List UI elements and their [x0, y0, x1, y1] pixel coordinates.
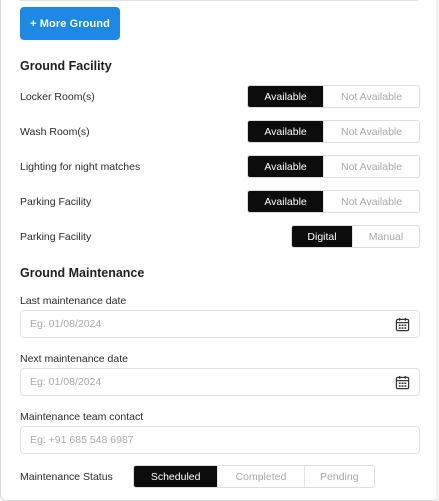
last-maintenance-date-label: Last maintenance date	[20, 295, 127, 307]
locker-room-toggle: Available Not Available	[247, 85, 420, 108]
parking-facility-label: Parking Facility	[20, 196, 92, 208]
locker-room-not-available-option[interactable]: Not Available	[323, 86, 419, 107]
calendar-icon[interactable]	[395, 317, 410, 332]
parking-digital-option[interactable]: Digital	[292, 226, 353, 247]
lighting-toggle: Available Not Available	[247, 155, 420, 178]
wash-room-not-available-option[interactable]: Not Available	[323, 121, 419, 142]
last-maintenance-date-field	[20, 310, 420, 338]
status-completed-option[interactable]: Completed	[217, 466, 304, 487]
maintenance-contact-input[interactable]	[30, 434, 370, 446]
parking-type-label: Parking Facility	[20, 231, 92, 243]
last-maintenance-date-input[interactable]	[30, 318, 370, 330]
divider	[20, 0, 418, 1]
lighting-not-available-option[interactable]: Not Available	[323, 156, 419, 177]
locker-room-available-option[interactable]: Available	[248, 86, 324, 107]
locker-room-label: Locker Room(s)	[20, 91, 95, 103]
parking-type-toggle: Digital Manual	[291, 225, 420, 248]
parking-facility-toggle: Available Not Available	[247, 190, 420, 213]
parking-manual-option[interactable]: Manual	[352, 226, 419, 247]
next-maintenance-date-field	[20, 368, 420, 396]
calendar-icon[interactable]	[395, 375, 410, 390]
more-ground-button[interactable]: + More Ground	[20, 7, 120, 40]
maintenance-status-label: Maintenance Status	[20, 471, 113, 483]
wash-room-available-option[interactable]: Available	[248, 121, 324, 142]
wash-room-toggle: Available Not Available	[247, 120, 420, 143]
lighting-available-option[interactable]: Available	[248, 156, 324, 177]
parking-available-option[interactable]: Available	[248, 191, 324, 212]
maintenance-contact-field	[20, 426, 420, 454]
maintenance-contact-label: Maintenance team contact	[20, 411, 144, 423]
section-title-maintenance: Ground Maintenance	[20, 266, 145, 280]
status-scheduled-option[interactable]: Scheduled	[134, 466, 218, 487]
lighting-label: Lighting for night matches	[20, 161, 141, 173]
next-maintenance-date-label: Next maintenance date	[20, 353, 128, 365]
next-maintenance-date-input[interactable]	[30, 376, 370, 388]
status-pending-option[interactable]: Pending	[303, 466, 374, 487]
parking-not-available-option[interactable]: Not Available	[323, 191, 419, 212]
section-title-facility: Ground Facility	[20, 59, 112, 73]
wash-room-label: Wash Room(s)	[20, 126, 90, 138]
maintenance-status-toggle: Scheduled Completed Pending	[133, 465, 375, 488]
